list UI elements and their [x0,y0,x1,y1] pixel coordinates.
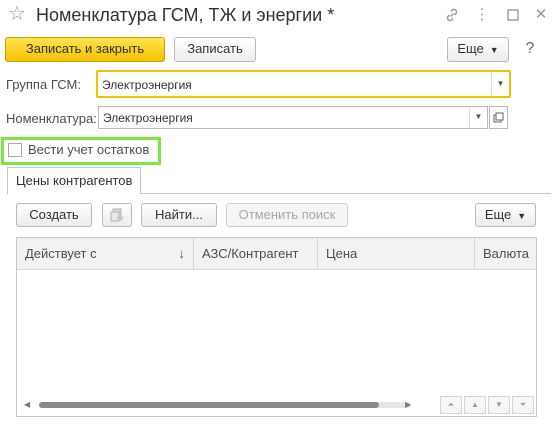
cancel-search-button[interactable]: Отменить поиск [226,203,348,227]
star-icon[interactable]: ☆ [8,2,26,26]
create-button[interactable]: Создать [16,203,92,227]
scroll-left-icon[interactable]: ◀ [24,400,30,410]
scroll-down-icon[interactable]: ▼ [488,396,510,414]
more-label: Еще [457,41,484,56]
column-header-valid-from[interactable]: Действует с ↓ [17,238,194,270]
title-bar: ☆ Номенклатура ГСМ, ТЖ и энергии * ⋮ ✕ [0,0,557,32]
save-button[interactable]: Записать [174,37,256,62]
close-icon[interactable]: ✕ [531,5,551,25]
table-more-button[interactable]: Еще ▼ [475,203,536,227]
copy-icon [110,208,123,222]
group-label: Группа ГСМ: [6,77,81,92]
scroll-to-bottom-icon[interactable]: ⏷ [512,396,534,414]
sort-desc-icon: ↓ [178,246,186,261]
track-balance-checkbox[interactable] [8,143,22,157]
dropdown-arrow-icon[interactable]: ▼ [491,72,509,96]
track-balance-label[interactable]: Вести учет остатков [28,142,149,158]
horizontal-scrollbar[interactable] [39,402,411,408]
column-header-label: Действует с [25,246,97,261]
nomenclature-label: Номенклатура: [6,111,97,126]
column-header-currency[interactable]: Валюта [475,238,536,270]
table-more-label: Еще [484,207,512,222]
copy-button[interactable] [102,203,132,227]
more-button[interactable]: Еще ▼ [447,37,509,62]
table-header: Действует с ↓ АЗС/Контрагент Цена Валюта [17,238,536,270]
chevron-down-icon: ▼ [517,210,527,221]
scroll-right-icon[interactable]: ▶ [405,400,411,410]
tab-contractor-prices[interactable]: Цены контрагентов [7,167,142,194]
more-vertical-icon[interactable]: ⋮ [472,5,492,25]
tab-divider [141,193,551,194]
scrollbar-thumb[interactable] [39,402,379,408]
nomenclature-field[interactable]: Электроэнергия ▼ [98,106,488,129]
open-icon [493,112,504,123]
scroll-up-icon[interactable]: ▲ [464,396,486,414]
open-item-button[interactable] [489,106,508,129]
chevron-down-icon: ▼ [489,44,499,55]
maximize-icon[interactable] [503,5,523,25]
window-title: Номенклатура ГСМ, ТЖ и энергии * [36,5,335,25]
nomenclature-value: Электроэнергия [103,111,193,125]
find-button[interactable]: Найти... [141,203,217,227]
column-header-station[interactable]: АЗС/Контрагент [194,238,318,270]
scroll-to-top-icon[interactable]: ⏶ [440,396,462,414]
save-and-close-button[interactable]: Записать и закрыть [5,37,165,62]
group-value: Электроэнергия [102,78,192,92]
group-field[interactable]: Электроэнергия ▼ [96,70,511,98]
help-icon[interactable]: ? [520,39,540,59]
column-header-price[interactable]: Цена [318,238,475,270]
link-icon[interactable] [442,5,462,25]
prices-table[interactable]: Действует с ↓ АЗС/Контрагент Цена Валюта… [16,237,537,417]
dropdown-arrow-icon[interactable]: ▼ [469,107,487,128]
